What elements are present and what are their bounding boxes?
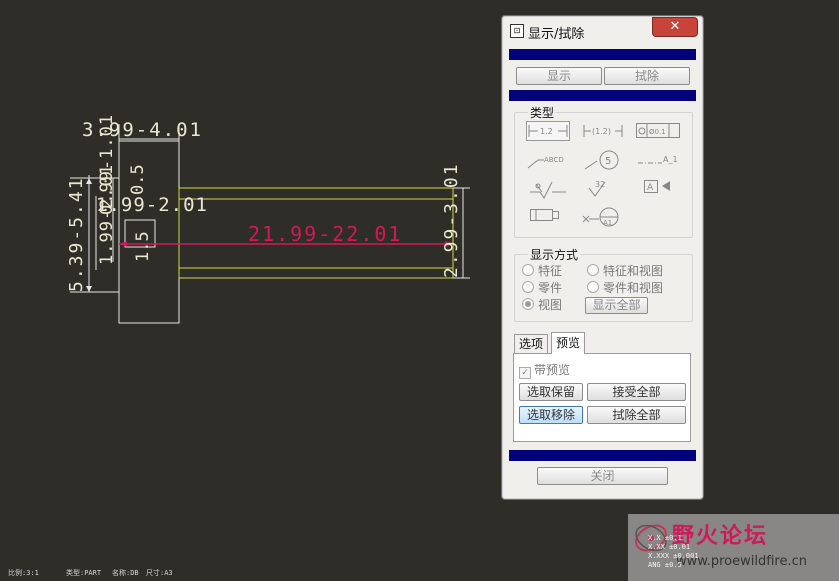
radio-part-view-label: 零件和视图 [603, 281, 664, 295]
radio-part[interactable]: 零件 [522, 279, 562, 296]
drawing-canvas[interactable]: 3.99-4.01 5.39-5.41 1.99-2.01 0.99-1.01 … [0, 0, 839, 581]
divider-bar [509, 49, 696, 60]
symbol-icon[interactable]: 32 [581, 176, 625, 200]
radio-view-label: 视图 [538, 298, 563, 312]
axis-icon[interactable]: A_1 [636, 150, 680, 170]
radio-button[interactable] [522, 281, 534, 293]
radio-feature-view[interactable]: 特征和视图 [587, 262, 663, 279]
divider-bar [509, 450, 696, 461]
radio-button[interactable] [587, 264, 599, 276]
radio-feature-view-label: 特征和视图 [603, 264, 664, 278]
display-mode-label: 显示方式 [528, 246, 581, 263]
dim-left-e-text[interactable]: 1.5 [133, 231, 153, 262]
radio-part-label: 零件 [538, 281, 563, 295]
dialog-title: 显示/拭除 [528, 27, 585, 42]
show-button[interactable]: 显示 [516, 67, 602, 85]
show-erase-dialog: ⊡ 显示/拭除 ✕ 显示 拭除 类型 1.2 (1.2) Ø0.1 ABCD 5… [501, 15, 704, 500]
radio-view[interactable]: 视图 [522, 296, 562, 313]
note-icon-label: ABCD [544, 156, 564, 164]
erase-button[interactable]: 拭除 [604, 67, 690, 85]
note-icon[interactable]: ABCD [526, 150, 570, 170]
datum-icon-label: A [647, 183, 654, 193]
dialog-close-icon[interactable]: ✕ [652, 17, 698, 37]
radio-button[interactable] [587, 281, 599, 293]
reference-dimension-icon[interactable]: (1.2) [581, 121, 625, 141]
radio-feature[interactable]: 特征 [522, 262, 562, 279]
checkbox-mark[interactable]: ✓ [519, 367, 531, 379]
tolerance-note: X.XXX ±0.001 [648, 552, 699, 560]
tolerance-note: X.XX ±0.01 [648, 543, 691, 551]
tolerance-note: X.X ±0.1 [648, 534, 682, 542]
radio-button[interactable] [522, 264, 534, 276]
erase-all-button[interactable]: 拭除全部 [587, 406, 686, 424]
divider-bar [509, 90, 696, 101]
datum-target-icon[interactable]: A1 [581, 204, 625, 228]
status-size: 尺寸:A3 [146, 569, 173, 577]
arrowhead [119, 241, 127, 247]
radio-button-selected[interactable] [522, 298, 534, 310]
tab-preview[interactable]: 预览 [551, 332, 585, 354]
dim-right-text[interactable]: 2.99-3.01 [441, 162, 462, 278]
select-keep-button[interactable]: 选取保留 [519, 383, 583, 401]
select-remove-button[interactable]: 选取移除 [519, 406, 583, 424]
balloon-icon[interactable]: 5 [581, 149, 625, 171]
dimension-icon[interactable]: 1.2 [526, 121, 570, 141]
show-all-button[interactable]: 显示全部 [585, 297, 648, 314]
axis-icon-label: A_1 [663, 155, 678, 164]
radio-feature-label: 特征 [538, 264, 563, 278]
dialog-titlebar[interactable]: ⊡ 显示/拭除 ✕ [502, 16, 703, 44]
accept-all-button[interactable]: 接受全部 [587, 383, 686, 401]
geometric-tolerance-icon[interactable]: Ø0.1 [636, 123, 680, 139]
surface-finish-icon[interactable] [526, 176, 570, 200]
dimension-icon-label: 1.2 [540, 127, 553, 136]
geometric-tolerance-icon-label: Ø0.1 [649, 128, 666, 136]
reference-dimension-icon-label: (1.2) [592, 127, 611, 136]
dim-left-d-text[interactable]: 0.5 [128, 164, 148, 195]
tab-options[interactable]: 选项 [514, 334, 548, 353]
status-type: 类型:PART [66, 569, 102, 577]
close-button[interactable]: 关闭 [537, 467, 668, 485]
radio-part-view[interactable]: 零件和视图 [587, 279, 663, 296]
dim-left-c-text[interactable]: 1.99-2.01 [96, 194, 208, 216]
cosmetic-feature-icon[interactable] [526, 206, 570, 224]
dim-main-text[interactable]: 21.99-22.01 [248, 222, 402, 246]
datum-icon[interactable]: A [636, 178, 680, 196]
datum-target-icon-label: A1 [603, 219, 612, 227]
type-group-label: 类型 [528, 104, 557, 121]
status-name: 名称:DB [112, 569, 139, 577]
status-scale: 比例:3:1 [8, 569, 39, 577]
with-preview-checkbox[interactable]: ✓ 带预览 [519, 361, 570, 379]
dim-left-outer-text[interactable]: 5.39-5.41 [66, 176, 87, 292]
tolerance-note: ANG ±0.5 [648, 561, 682, 569]
dialog-app-icon: ⊡ [510, 24, 524, 38]
balloon-icon-label: 5 [605, 156, 611, 167]
with-preview-label: 带预览 [534, 363, 571, 377]
